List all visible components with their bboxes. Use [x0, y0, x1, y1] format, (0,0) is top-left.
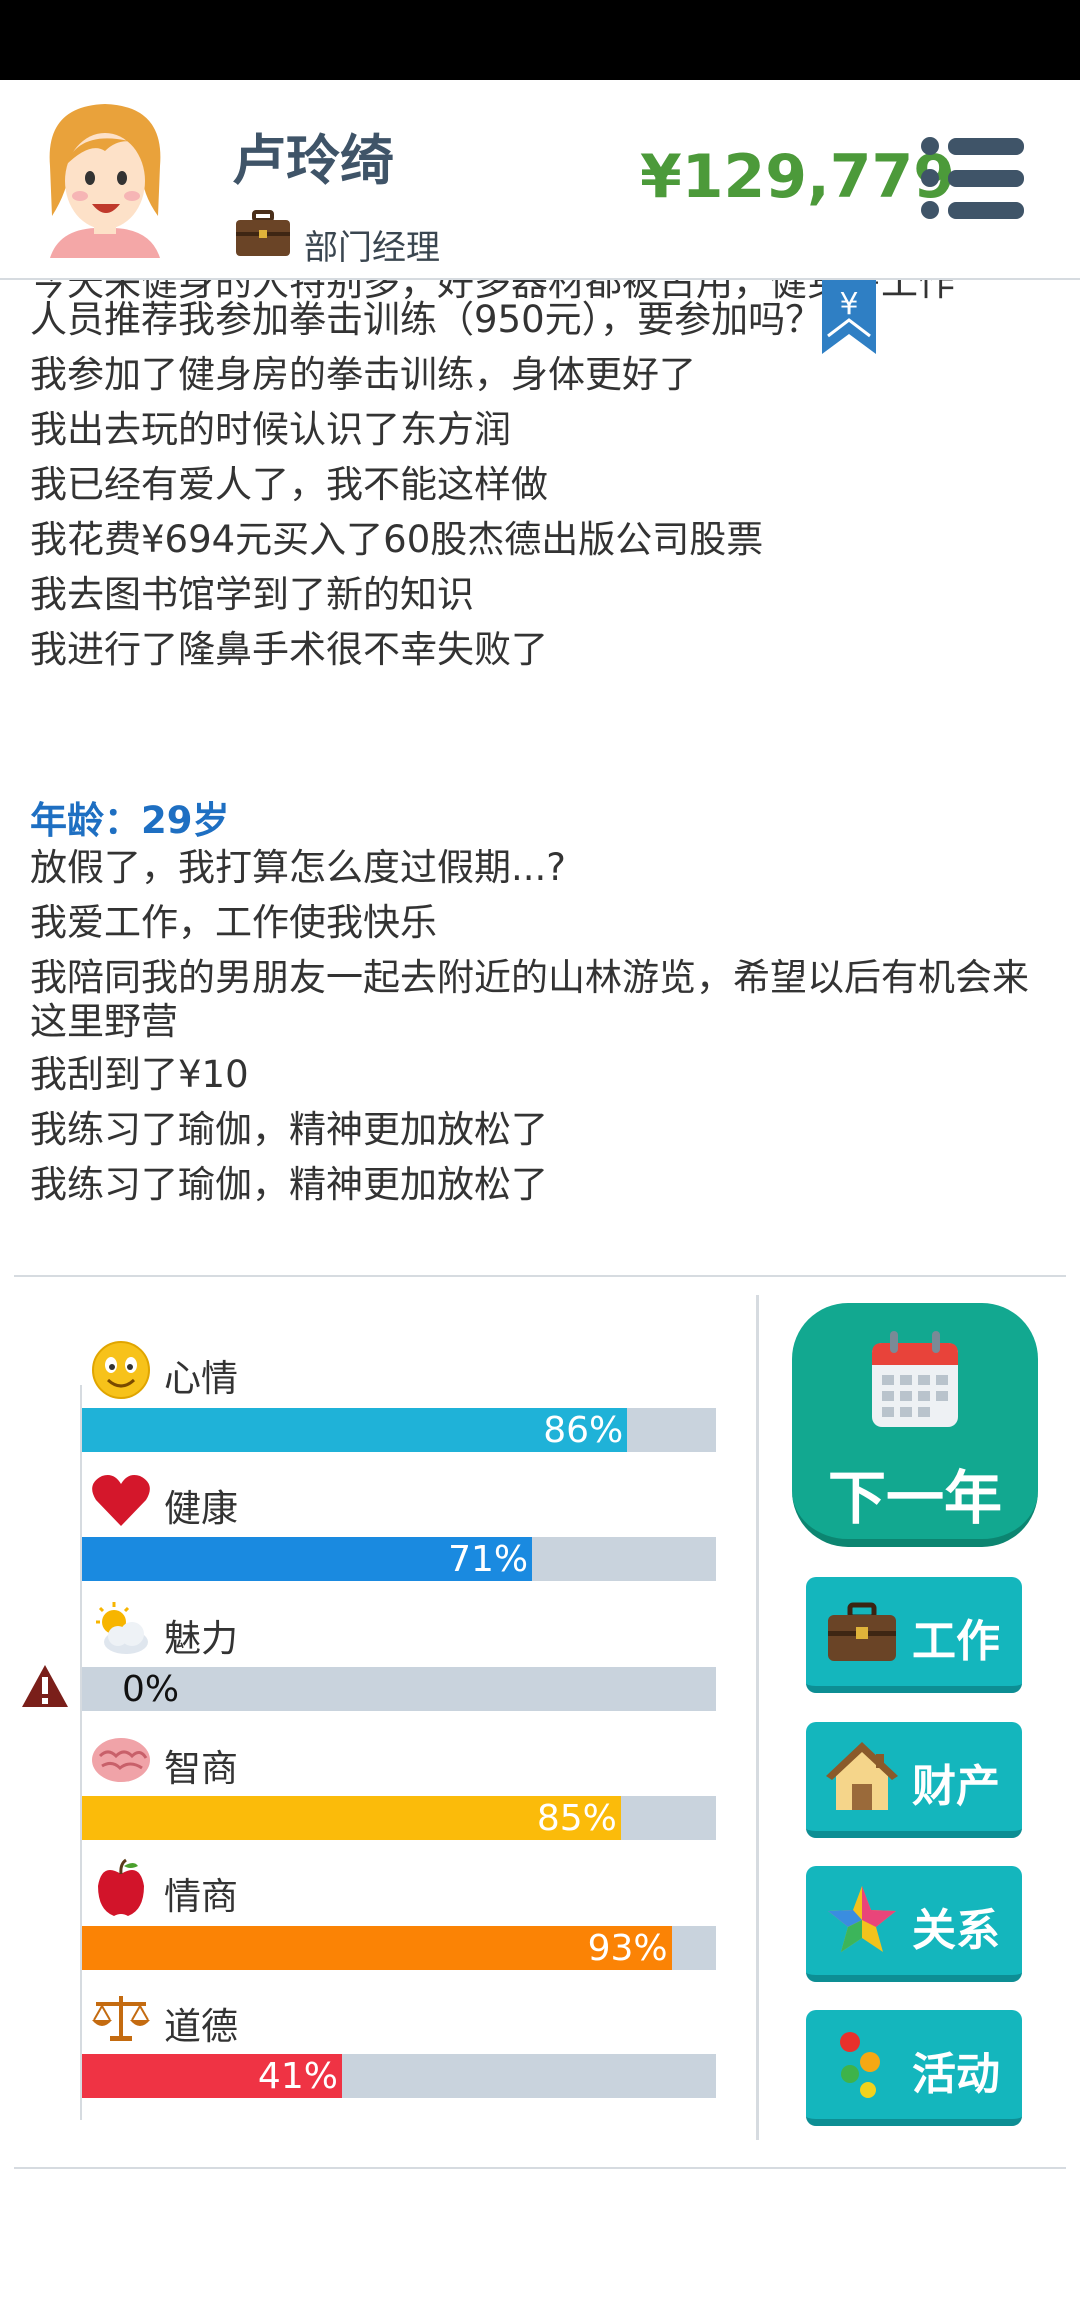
- activity-dots-icon: [840, 2032, 880, 2098]
- status-bar: [0, 0, 1080, 80]
- stat-value: 41%: [257, 2056, 338, 2097]
- log-line: 我练习了瑜伽，精神更加放松了: [30, 1163, 548, 1206]
- stat-label-mood: 心情: [164, 1357, 238, 1400]
- next-year-label: 下一年: [827, 1464, 1002, 1532]
- activities-label: 活动: [912, 2049, 1000, 2100]
- event-log[interactable]: 今天来健身的人特别多，好多器材都被占用，健身房工作 人员推荐我参加拳击训练（95…: [0, 280, 1080, 1270]
- money-balance: ¥129,779: [640, 142, 956, 212]
- assets-label: 财产: [912, 1761, 1000, 1812]
- stat-bar-fill: 86%: [82, 1408, 628, 1452]
- stat-bar-fill: 71%: [82, 1537, 533, 1581]
- log-line: 我出去玩的时候认识了东方润: [30, 408, 511, 451]
- log-line: 我练习了瑜伽，精神更加放松了: [30, 1108, 548, 1151]
- log-line: 放假了，我打算怎么度过假期...?: [30, 846, 566, 889]
- log-line: 我刮到了¥10: [30, 1053, 249, 1096]
- stat-bar-morality: 41%: [82, 2054, 716, 2098]
- job-title: 部门经理: [304, 228, 440, 268]
- stat-label-iq: 智商: [164, 1747, 238, 1790]
- stat-bar-iq: 85%: [82, 1796, 716, 1840]
- calendar-icon: [872, 1331, 958, 1427]
- stat-bar-fill: 41%: [82, 2054, 342, 2098]
- relations-label: 关系: [912, 1905, 1000, 1956]
- log-line: 我进行了隆鼻手术很不幸失败了: [30, 628, 548, 671]
- divider: [14, 2167, 1066, 2169]
- stats-axis: [80, 1385, 82, 2120]
- stat-label-morality: 道德: [164, 2005, 238, 2048]
- age-heading: 年龄：29岁: [30, 799, 230, 842]
- stat-value: 0%: [122, 1669, 180, 1710]
- divider: [14, 1275, 1066, 1277]
- heart-icon: [92, 1475, 150, 1526]
- log-line: 我已经有爱人了，我不能这样做: [30, 463, 548, 506]
- star-icon: [828, 1886, 896, 1952]
- activities-button[interactable]: 活动: [806, 2010, 1022, 2126]
- money-bookmark-icon[interactable]: ¥: [820, 280, 878, 356]
- stat-label-charm: 魅力: [164, 1617, 238, 1660]
- log-line: 我爱工作，工作使我快乐: [30, 901, 437, 944]
- log-line: 人员推荐我参加拳击训练（950元），要参加吗？: [30, 298, 823, 341]
- relations-button[interactable]: 关系: [806, 1866, 1022, 1982]
- stat-bar-fill: 93%: [82, 1926, 672, 1970]
- apple-icon: [98, 1858, 144, 1916]
- svg-text:¥: ¥: [839, 287, 858, 322]
- stat-label-health: 健康: [164, 1487, 238, 1530]
- sun-cloud-icon: [96, 1602, 148, 1654]
- scale-icon: [92, 1996, 150, 2041]
- profile-header: 卢玲绮 部门经理 ¥129,779: [0, 80, 1080, 280]
- stat-bar-charm: 0%: [82, 1667, 716, 1711]
- stat-value: 86%: [543, 1410, 624, 1451]
- avatar[interactable]: [30, 96, 180, 258]
- warning-icon[interactable]: [20, 1663, 70, 1709]
- log-line: 我参加了健身房的拳击训练，身体更好了: [30, 353, 696, 396]
- log-line: 我去图书馆学到了新的知识: [30, 573, 474, 616]
- work-label: 工作: [912, 1616, 1000, 1667]
- stat-bar-mood: 86%: [82, 1408, 716, 1452]
- log-line: 我陪同我的男朋友一起去附近的山林游览，希望以后有机会来这里野营: [30, 956, 1029, 1043]
- stat-label-eq: 情商: [164, 1875, 238, 1918]
- briefcase-icon: [828, 1602, 896, 1661]
- assets-button[interactable]: 财产: [806, 1722, 1022, 1838]
- stat-bar-fill: 85%: [82, 1796, 621, 1840]
- briefcase-icon: [236, 210, 290, 256]
- menu-icon[interactable]: [920, 136, 1026, 220]
- stat-value: 85%: [536, 1798, 617, 1839]
- stat-bar-fill: 0%: [82, 1667, 716, 1711]
- stat-value: 71%: [448, 1539, 529, 1580]
- work-button[interactable]: 工作: [806, 1577, 1022, 1693]
- panel-divider: [756, 1295, 759, 2140]
- stat-value: 93%: [587, 1928, 668, 1969]
- smiley-icon: [92, 1341, 150, 1399]
- stat-bar-health: 71%: [82, 1537, 716, 1581]
- house-icon: [826, 1742, 898, 1810]
- next-year-button[interactable]: 下一年: [792, 1303, 1038, 1547]
- player-name: 卢玲绮: [232, 129, 394, 192]
- log-line: 我花费¥694元买入了60股杰德出版公司股票: [30, 518, 764, 561]
- brain-icon: [92, 1738, 150, 1782]
- stat-bar-eq: 93%: [82, 1926, 716, 1970]
